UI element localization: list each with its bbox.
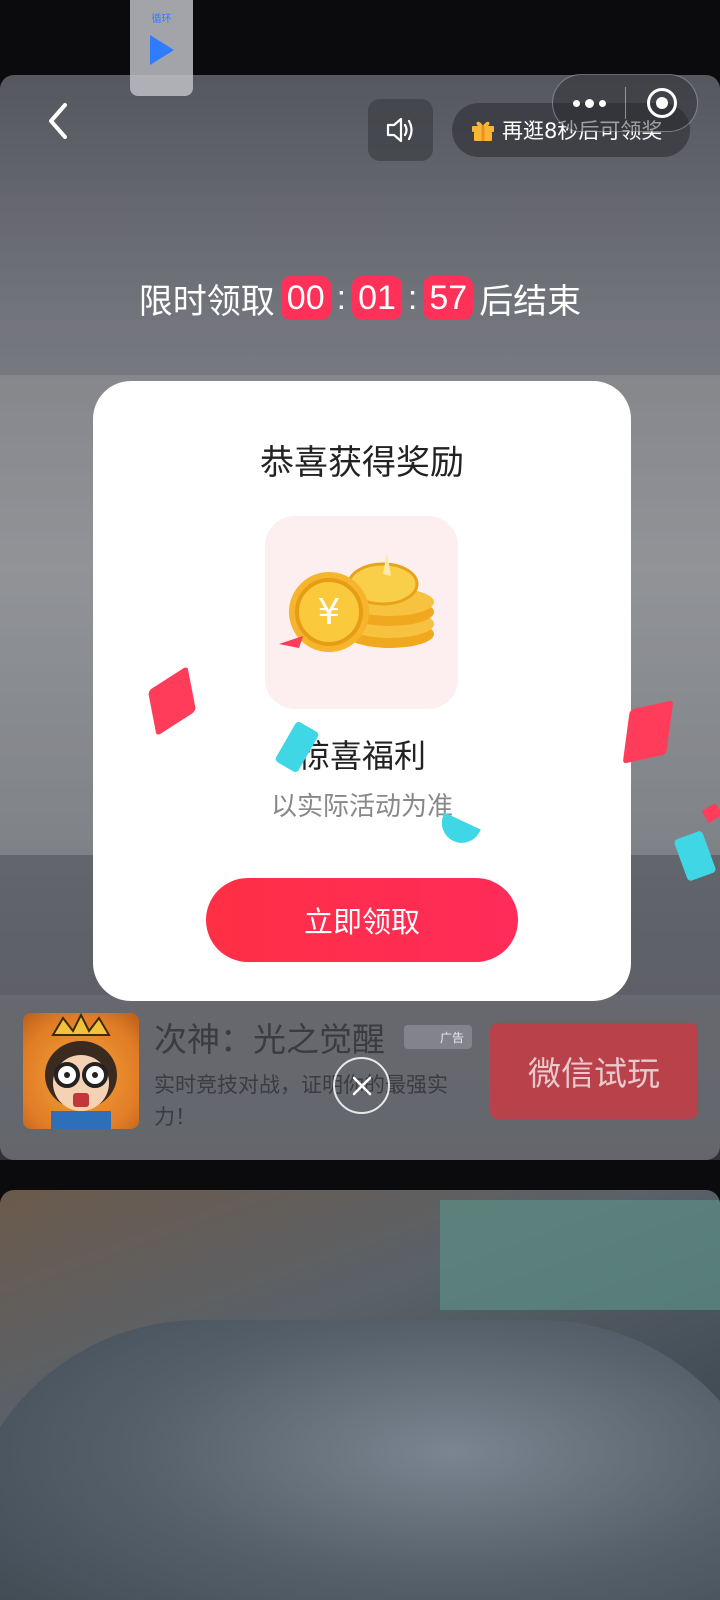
miniprogram-capsule [552, 74, 698, 132]
modal-title: 恭喜获得奖励 [260, 443, 464, 483]
mini-player-tab[interactable]: 循环 [130, 0, 193, 96]
target-dot [655, 97, 668, 109]
timer-hours: 00 [280, 276, 331, 320]
timer-seconds: 57 [423, 276, 474, 320]
prize-note: 以实际活动为准 [270, 792, 453, 822]
game-ad-thumbnail [23, 1013, 139, 1129]
limited-time-countdown: 限时领取 00 : 01 : 57 后结束 [0, 272, 720, 324]
claim-now-button[interactable]: 立即领取 [206, 878, 518, 962]
ad-close-button[interactable] [333, 1057, 390, 1114]
speaker-icon [386, 117, 413, 143]
wechat-try-play-button[interactable]: 微信试玩 [490, 1023, 698, 1119]
play-icon [149, 35, 174, 65]
video-background-bottom [0, 1190, 720, 1600]
target-icon [646, 88, 677, 118]
gift-icon [472, 121, 494, 141]
close-miniprogram-button[interactable] [626, 75, 697, 131]
cartoon-king-icon [45, 1013, 117, 1129]
prize-image: ¥ [265, 516, 458, 709]
mini-player-label: 循环 [151, 14, 172, 25]
chevron-left-icon [49, 103, 67, 139]
prize-name: 惊喜福利 [297, 737, 426, 775]
sound-toggle-button[interactable] [368, 99, 433, 161]
video-car [0, 1320, 720, 1600]
close-icon [352, 1076, 371, 1095]
game-ad-description: 实时竞技对战，证明你的最强实力！ [154, 1073, 448, 1129]
timer-separator: : [336, 278, 347, 317]
video-sign [440, 1200, 720, 1310]
back-button[interactable] [40, 98, 76, 144]
more-button[interactable] [553, 75, 625, 131]
ad-badge: 广告 [404, 1025, 472, 1049]
more-dot [598, 99, 606, 107]
timer-minutes: 01 [352, 276, 402, 320]
svg-text:¥: ¥ [318, 592, 341, 633]
more-dot [572, 99, 580, 107]
game-ad-title: 次神：光之觉醒 [154, 1020, 385, 1059]
gold-coins-icon: ¥ [279, 552, 434, 652]
timer-prefix: 限时领取 [138, 282, 275, 321]
more-dot [584, 98, 594, 108]
timer-suffix: 后结束 [479, 282, 582, 321]
timer-separator: : [407, 278, 418, 317]
